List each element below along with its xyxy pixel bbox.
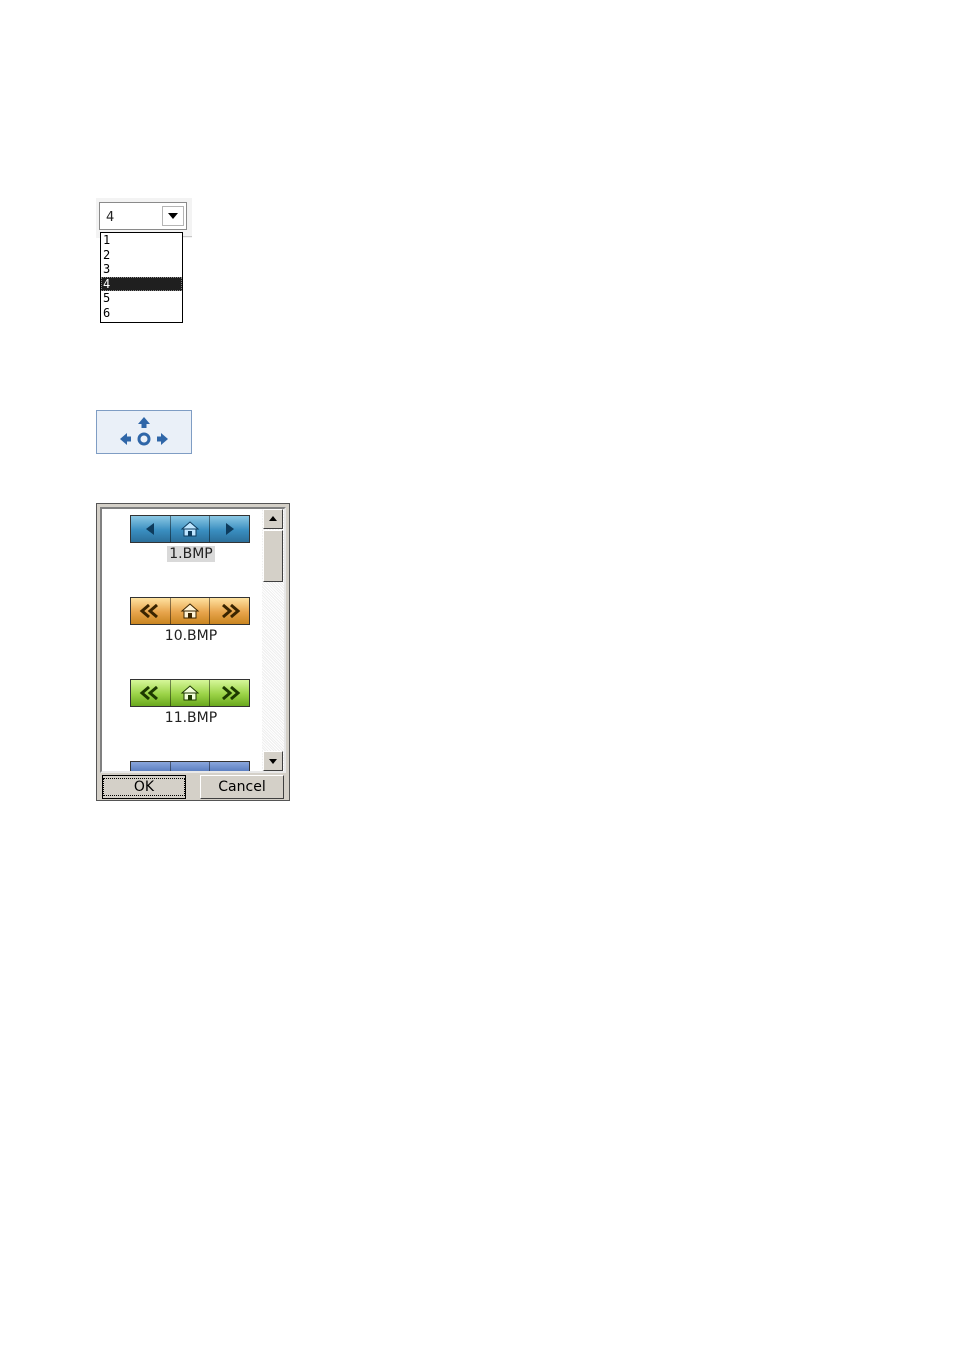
home-icon [170,680,211,706]
ok-button-label: OK [102,778,186,796]
button-bar-preview [130,515,250,543]
list-item[interactable]: 11.BMP [130,679,252,726]
double-right-arrow-icon [210,762,250,771]
navigation-control-button[interactable] [96,410,192,454]
button-bar-preview [130,597,250,625]
scrollbar-thumb[interactable] [263,530,283,582]
home-icon [170,598,211,624]
item-label: 1.BMP [167,546,215,562]
dropdown-selected-value: 4 [106,210,115,225]
double-left-arrow-icon [131,762,171,771]
list-item[interactable] [130,761,252,771]
ok-button[interactable]: OK [102,775,186,799]
image-list[interactable]: 1.BMP 10.BMP 11.BMP [100,507,286,773]
dropdown-option[interactable]: 6 [101,306,182,321]
dropdown-options-list[interactable]: 1 2 3 4 5 6 [100,232,183,323]
dropdown-field[interactable]: 4 [99,202,187,230]
four-direction-arrows-icon [120,417,168,446]
button-bar-preview [130,679,250,707]
item-label: 10.BMP [164,628,218,644]
cancel-button[interactable]: Cancel [200,775,284,799]
dropdown-option[interactable]: 3 [101,262,182,277]
cancel-button-label: Cancel [218,779,266,795]
list-item[interactable]: 1.BMP [130,515,252,562]
double-right-arrow-icon [210,680,250,706]
home-icon [170,762,211,771]
scroll-up-arrow-icon[interactable] [263,509,283,529]
dropdown-option[interactable]: 1 [101,233,182,248]
left-arrow-icon [131,516,171,542]
dropdown-option[interactable]: 5 [101,291,182,306]
chevron-down-icon[interactable] [162,206,184,226]
dropdown-option[interactable]: 2 [101,248,182,263]
dropdown-option-selected[interactable]: 4 [101,276,182,292]
button-bar-preview [130,761,250,771]
list-item[interactable]: 10.BMP [130,597,252,644]
scroll-down-arrow-icon[interactable] [263,751,283,771]
image-picker-dialog: 1.BMP 10.BMP 11.BMP OK Cancel [96,503,290,801]
item-label: 11.BMP [164,710,218,726]
double-left-arrow-icon [131,598,171,624]
vertical-scrollbar[interactable] [262,509,284,771]
double-left-arrow-icon [131,680,171,706]
double-right-arrow-icon [210,598,250,624]
right-arrow-icon [210,516,250,542]
home-icon [170,516,211,542]
